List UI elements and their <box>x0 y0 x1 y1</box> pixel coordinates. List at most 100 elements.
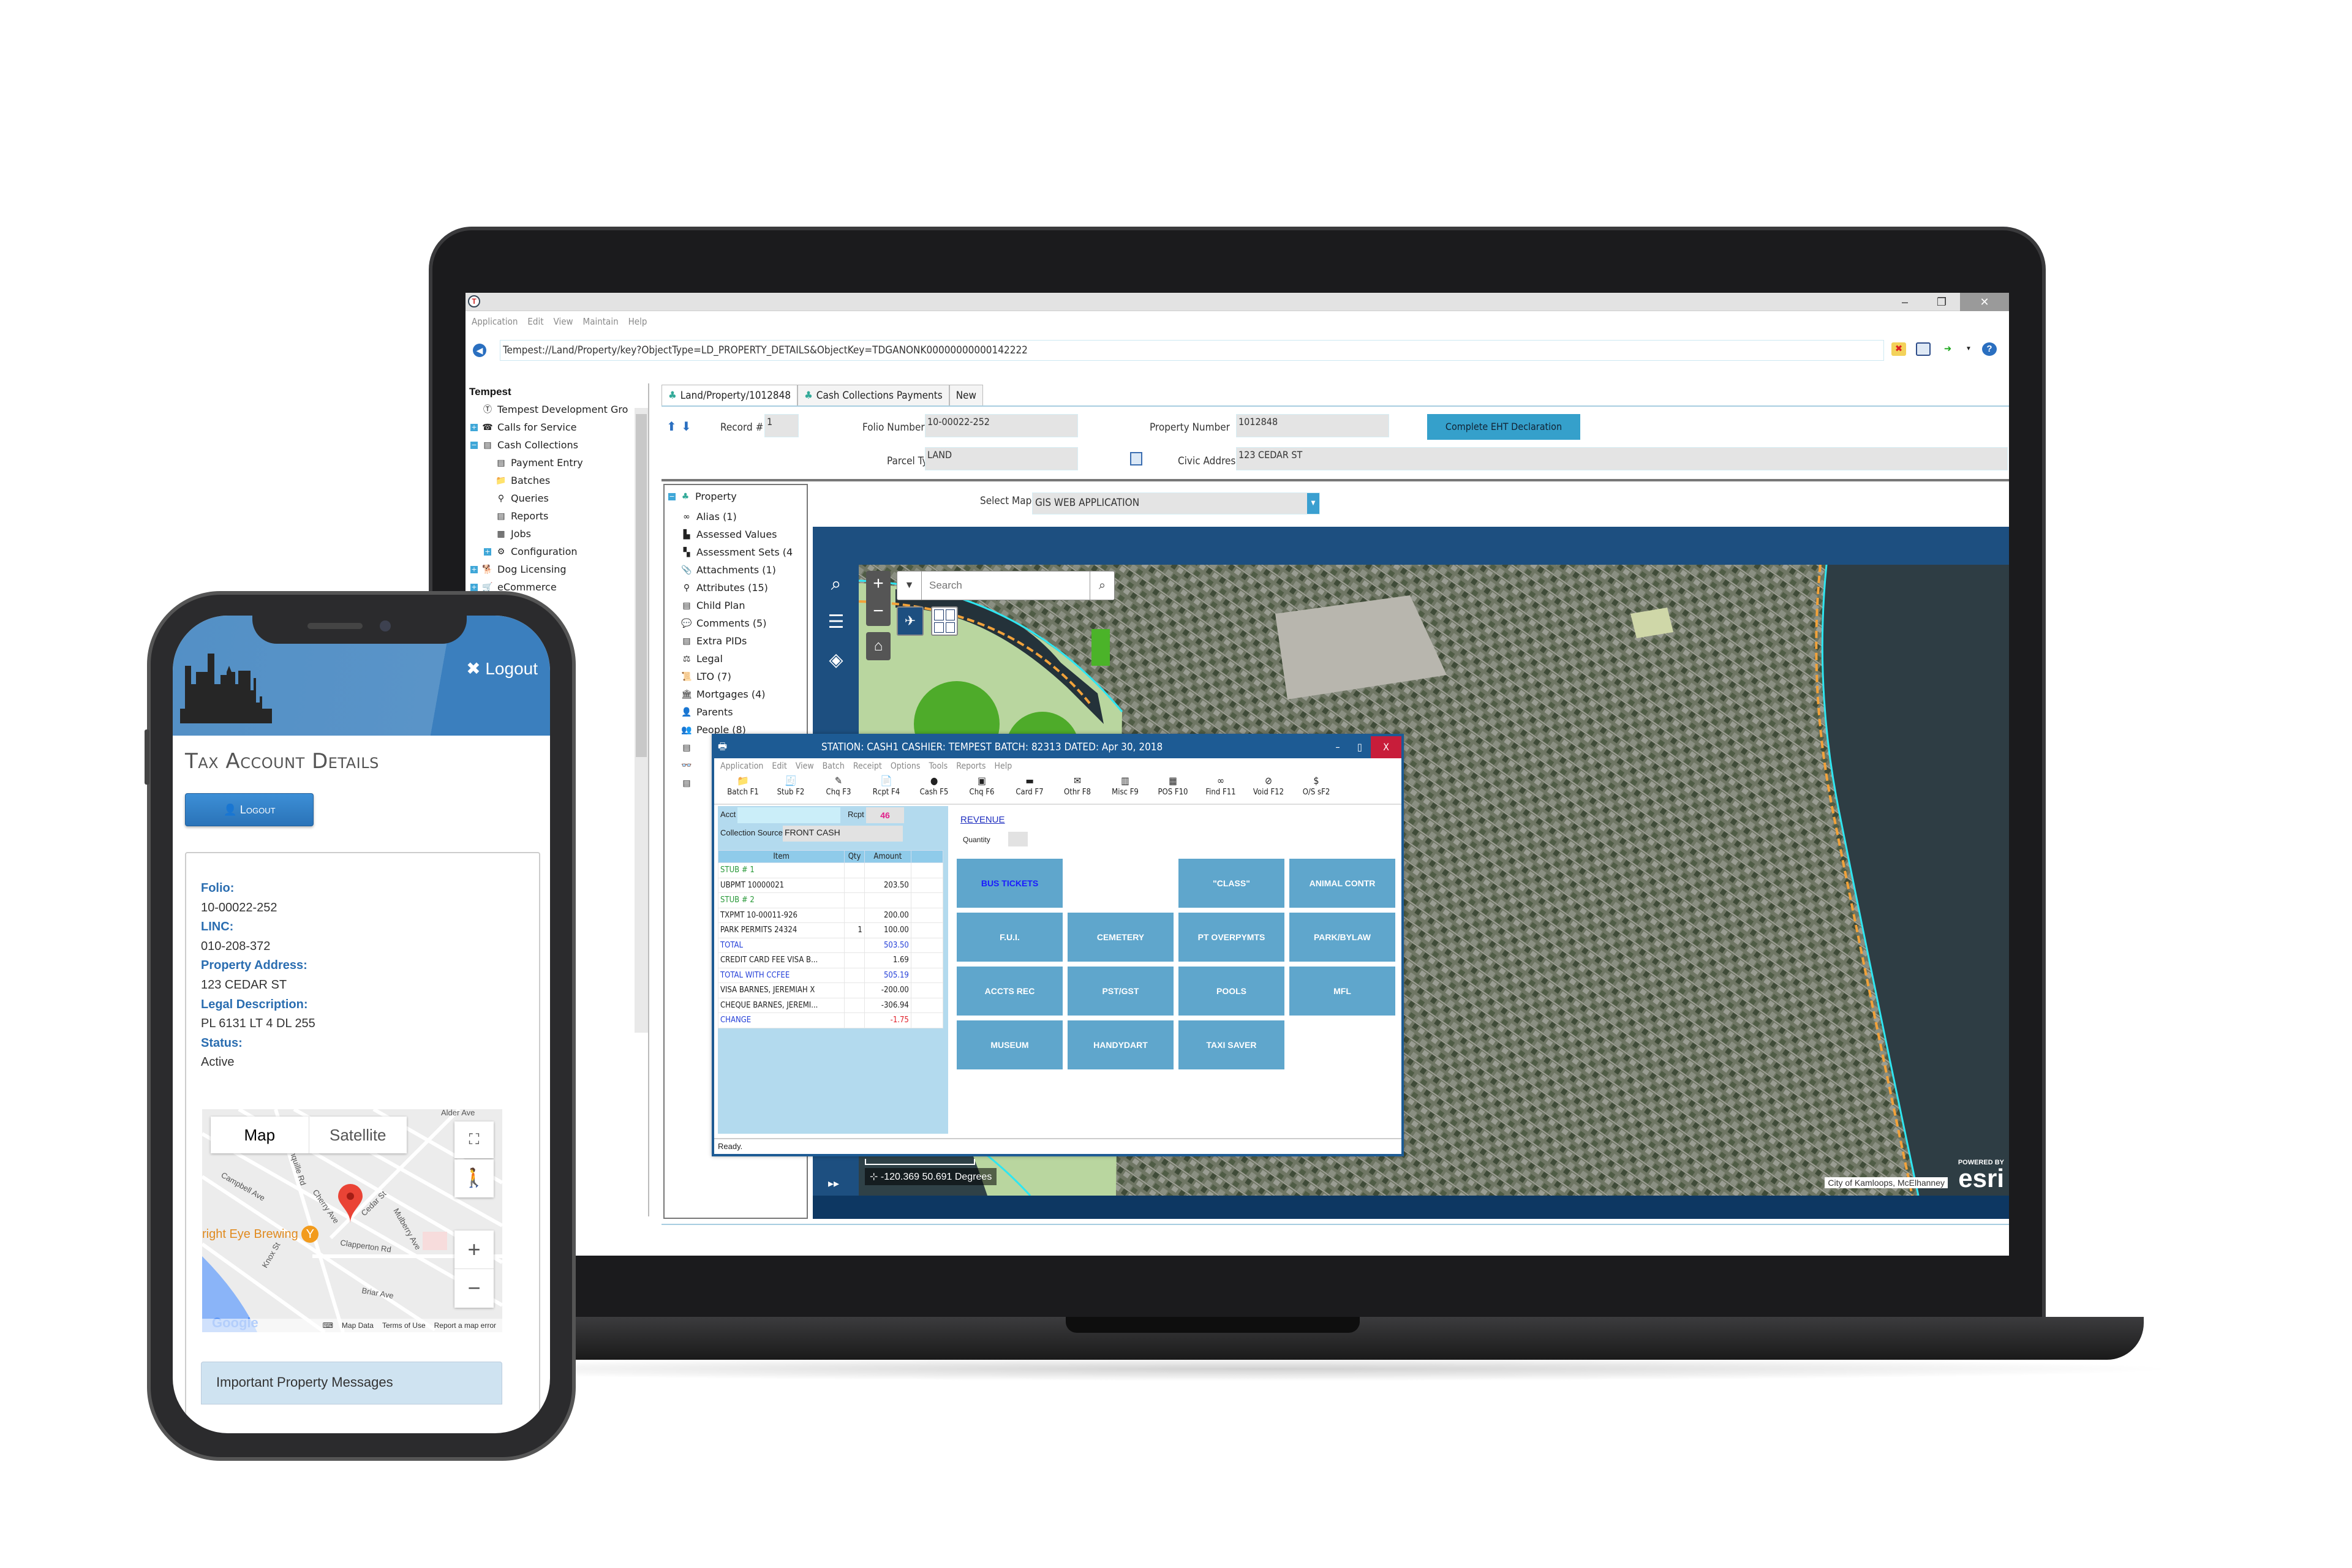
dropdown-arrow-icon[interactable]: ▼ <box>1965 342 1972 356</box>
revenue-button-taxi-saver[interactable]: TAXI SAVER <box>1178 1020 1284 1069</box>
zoom-out-button[interactable]: − <box>866 598 891 626</box>
revenue-button-park-bylaw[interactable]: PARK/BYLAW <box>1289 913 1395 962</box>
table-row[interactable]: UBPMT 10000021 203.50 <box>717 877 944 893</box>
google-map[interactable]: Campbell Ave Angus St ...nquille Rd Cher… <box>202 1109 502 1332</box>
property-tree-item-assessment-sets-4[interactable]: ▚ Assessment Sets (4 <box>680 543 807 561</box>
map-pin-icon[interactable] <box>338 1184 363 1223</box>
table-row[interactable]: STUB # 1 <box>717 862 944 878</box>
layers-icon[interactable]: ◈ <box>825 649 847 671</box>
property-tree-item-child-plan[interactable]: ▤ Child Plan <box>680 597 807 614</box>
nav-scrollbar[interactable] <box>635 408 648 1033</box>
parcel-type-field[interactable]: LAND <box>925 447 1078 470</box>
home-button[interactable]: ⌂ <box>866 632 891 660</box>
cash-menu-edit[interactable]: Edit <box>772 758 786 774</box>
keyboard-icon[interactable]: ⌨ <box>323 1319 333 1332</box>
select-map-dropdown[interactable]: GIS WEB APPLICATION ▼ <box>1032 492 1320 514</box>
revenue-link[interactable]: REVENUE <box>960 815 1005 825</box>
street-view-pegman-icon[interactable]: 🚶 <box>454 1159 494 1197</box>
property-tree-item-parents[interactable]: 👤 Parents <box>680 703 807 721</box>
basemap-imagery-button[interactable]: ✈ <box>897 606 924 636</box>
close-button[interactable]: ✕ <box>1960 293 2009 311</box>
calendar-icon[interactable] <box>1130 452 1142 466</box>
send-mail-icon[interactable]: ➜ <box>1940 342 1955 356</box>
revenue-button-f-u-i[interactable]: F.U.I. <box>957 913 1063 962</box>
nav-item-queries[interactable]: ⚲ Queries <box>466 489 648 507</box>
maximize-button[interactable]: ▯ <box>1349 736 1371 758</box>
property-tree-item-attachments-1[interactable]: 📎 Attachments (1) <box>680 561 807 579</box>
menu-maintain[interactable]: Maintain <box>583 316 619 327</box>
expand-icon[interactable]: + <box>470 565 478 573</box>
tool-cash-f5[interactable]: ● Cash F5 <box>910 774 958 804</box>
revenue-button-mfl[interactable]: MFL <box>1289 967 1395 1016</box>
cash-menu-receipt[interactable]: Receipt <box>853 758 882 774</box>
rcpt-field[interactable]: 46 <box>866 807 904 823</box>
property-tree-item-attributes-15[interactable]: ⚲ Attributes (15) <box>680 579 807 597</box>
revenue-button-museum[interactable]: MUSEUM <box>957 1020 1063 1069</box>
revenue-button-animal-contr[interactable]: ANIMAL CONTR <box>1289 859 1395 908</box>
table-row[interactable]: TOTAL 503.50 <box>717 937 944 953</box>
cash-menu-batch[interactable]: Batch <box>823 758 845 774</box>
table-row[interactable]: TOTAL WITH CCFEE 505.19 <box>717 967 944 983</box>
tool-pos-f10[interactable]: ▦ POS F10 <box>1149 774 1197 804</box>
expand-icon[interactable]: + <box>484 548 491 556</box>
map-footer-terms-of-use[interactable]: Terms of Use <box>382 1319 426 1332</box>
brewery-poi[interactable]: right Eye Brewing Y <box>202 1226 319 1243</box>
property-tree-item-lto-7[interactable]: 📜 LTO (7) <box>680 668 807 685</box>
revenue-button-class[interactable]: "CLASS" <box>1178 859 1284 908</box>
map-type-map[interactable]: Map <box>211 1117 309 1153</box>
quantity-field[interactable] <box>1008 832 1028 846</box>
tab-land-property-1012848[interactable]: ♣ Land/Property/1012848 <box>662 385 798 405</box>
search-icon[interactable]: ⌕ <box>825 573 847 595</box>
tool-batch-f1[interactable]: 📁 Batch F1 <box>719 774 767 804</box>
collapse-icon[interactable]: − <box>668 492 676 500</box>
up-arrow-icon[interactable]: ⬆ <box>666 419 677 434</box>
property-root[interactable]: − ♣ Property <box>668 488 803 505</box>
header-logout-link[interactable]: ✖ Logout <box>466 658 538 679</box>
property-number-field[interactable]: 1012848 <box>1236 414 1389 437</box>
cash-menu-tools[interactable]: Tools <box>929 758 948 774</box>
logout-button[interactable]: 👤 Logout <box>185 793 314 826</box>
nav-item-configuration[interactable]: + ⚙ Configuration <box>466 543 648 560</box>
tool-misc-f9[interactable]: ▥ Misc F9 <box>1101 774 1149 804</box>
minimize-button[interactable]: – <box>1887 293 1923 311</box>
tool-card-f7[interactable]: ▬ Card F7 <box>1006 774 1054 804</box>
table-row[interactable]: VISA BARNES, JEREMIAH X -200.00 <box>717 982 944 998</box>
nav-item-tempest-development-gro[interactable]: Ⓣ Tempest Development Gro <box>466 401 648 418</box>
minimize-button[interactable]: – <box>1327 736 1349 758</box>
nav-item-payment-entry[interactable]: ▤ Payment Entry <box>466 454 648 472</box>
collection-source-field[interactable]: FRONT CASH <box>783 826 903 842</box>
expand-icon[interactable]: ▸▸ <box>828 1177 839 1190</box>
search-source-dropdown[interactable]: ▼ <box>897 571 922 600</box>
tool-chq-f3[interactable]: ✎ Chq F3 <box>815 774 862 804</box>
map-footer-map-data[interactable]: Map Data <box>342 1319 374 1332</box>
table-row[interactable]: CHEQUE BARNES, JEREMI... -306.94 <box>717 997 944 1013</box>
nav-item-cash-collections[interactable]: − ▤ Cash Collections <box>466 436 648 454</box>
acct-field[interactable] <box>737 807 840 823</box>
cash-menu-reports[interactable]: Reports <box>956 758 986 774</box>
tool-othr-f8[interactable]: ✉ Othr F8 <box>1054 774 1101 804</box>
revenue-button-pst-gst[interactable]: PST/GST <box>1068 967 1174 1016</box>
back-arrow-icon[interactable]: ◀ <box>473 344 486 357</box>
revenue-button-handydart[interactable]: HANDYDART <box>1068 1020 1174 1069</box>
menu-application[interactable]: Application <box>472 316 518 327</box>
table-row[interactable]: STUB # 2 <box>717 892 944 908</box>
menu-view[interactable]: View <box>554 316 573 327</box>
civic-address-field[interactable]: 123 CEDAR ST <box>1236 447 2008 470</box>
nav-item-jobs[interactable]: ▦ Jobs <box>466 525 648 543</box>
expand-icon[interactable]: + <box>470 583 478 591</box>
property-tree-item-assessed-values[interactable]: ▙ Assessed Values <box>680 526 807 543</box>
revenue-button-cemetery[interactable]: CEMETERY <box>1068 913 1174 962</box>
property-tree-item-mortgages-4[interactable]: 🏛 Mortgages (4) <box>680 685 807 703</box>
table-row[interactable]: TXPMT 10-00011-926 200.00 <box>717 907 944 923</box>
list-icon[interactable]: ☰ <box>825 611 847 633</box>
revenue-button-accts-rec[interactable]: ACCTS REC <box>957 967 1063 1016</box>
property-tree-item-comments-5[interactable]: 💬 Comments (5) <box>680 614 807 632</box>
window-icon[interactable] <box>1916 342 1931 356</box>
zoom-in-button[interactable]: + <box>866 571 891 598</box>
complete-eht-declaration-button[interactable]: Complete EHT Declaration <box>1427 414 1580 440</box>
revenue-button-pools[interactable]: POOLS <box>1178 967 1284 1016</box>
basemap-grid-button[interactable] <box>931 606 958 636</box>
help-icon[interactable]: ? <box>1982 342 1997 356</box>
zoom-out-button[interactable]: − <box>454 1269 494 1307</box>
search-icon[interactable]: ⌕ <box>1090 571 1114 600</box>
